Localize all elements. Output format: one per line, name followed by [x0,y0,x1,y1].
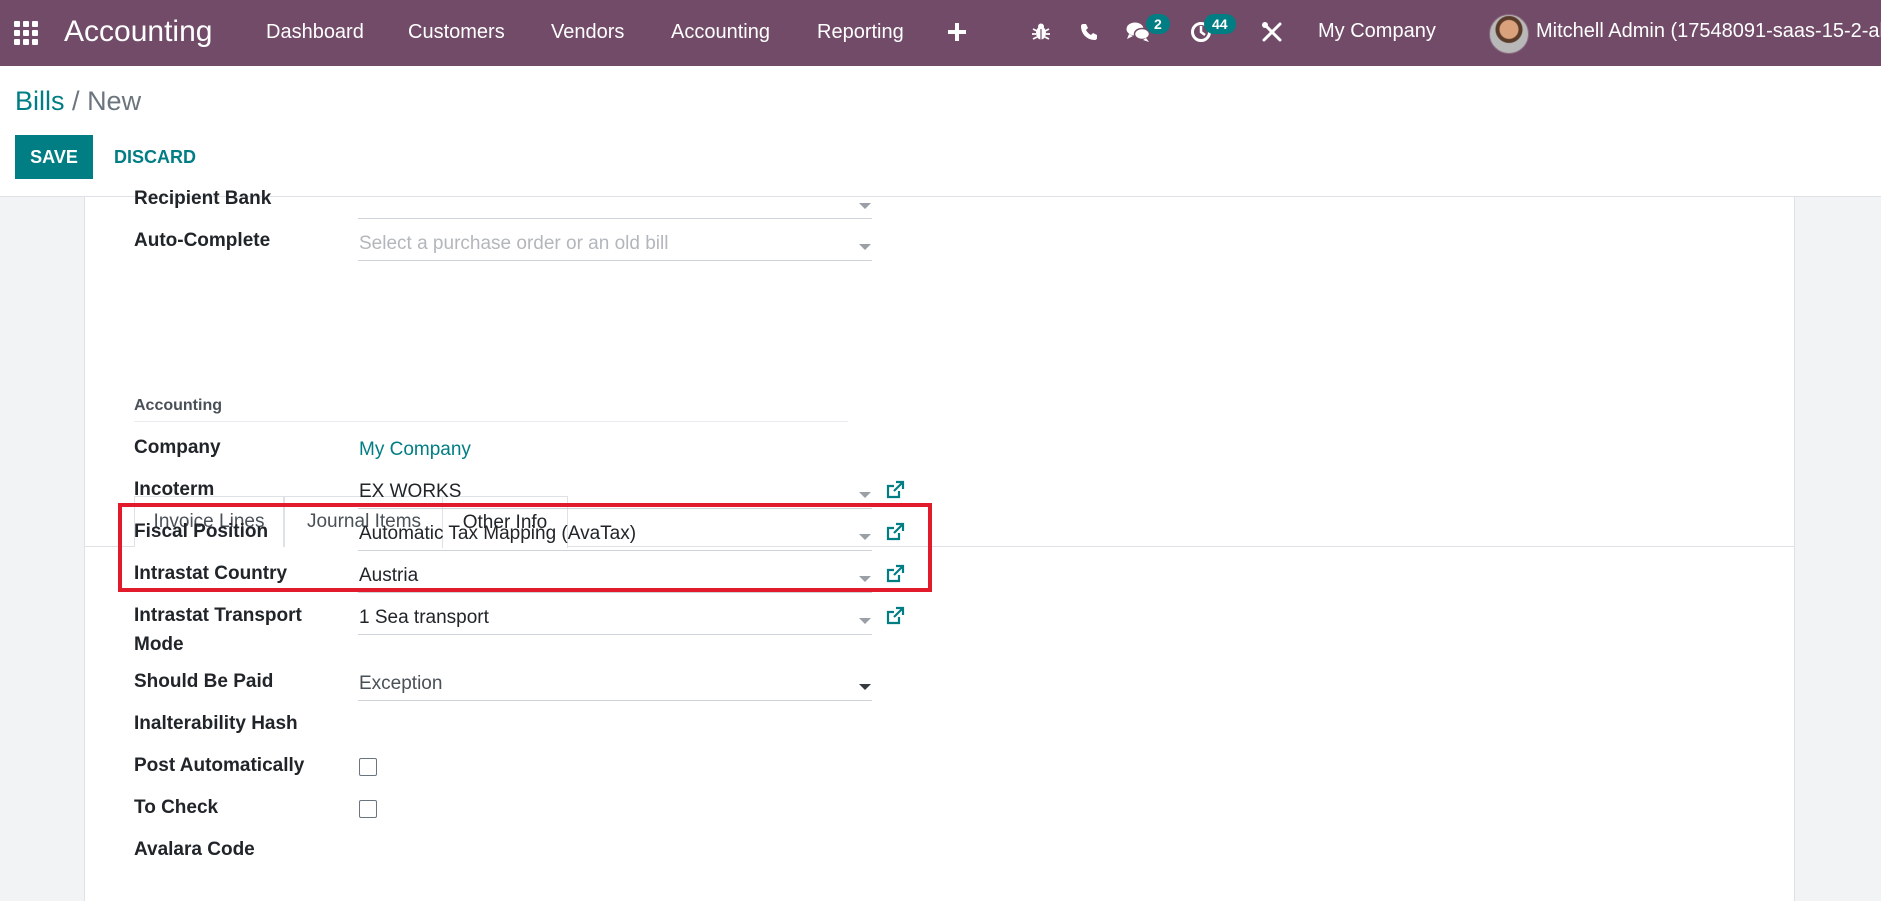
user-avatar[interactable] [1489,14,1529,54]
auto-complete-label: Auto-Complete [134,230,271,251]
intrastat-transport-mode-dropdown-icon[interactable] [859,618,871,624]
intrastat-transport-mode-external-link-icon[interactable] [885,606,905,626]
to-check-checkbox[interactable] [359,800,377,818]
company-label: Company [134,437,221,458]
app-menu-icon[interactable] [14,21,40,45]
top-navbar: Accounting Dashboard Customers Vendors A… [0,0,1881,66]
company-value[interactable]: My Company [359,438,471,462]
app-title[interactable]: Accounting [64,14,212,50]
inalterability-hash-label: Inalterability Hash [134,713,298,734]
group-separator [134,421,848,422]
incoterm-dropdown-icon[interactable] [859,492,871,498]
incoterm-input[interactable]: EX WORKS [359,480,461,504]
breadcrumb: Bills / New [15,84,141,118]
bug-icon[interactable] [1030,18,1052,46]
incoterm-external-link-icon[interactable] [885,480,905,500]
save-button[interactable]: SAVE [15,135,93,179]
avalara-code-label: Avalara Code [134,839,255,860]
should-be-paid-label: Should Be Paid [134,671,274,692]
intrastat-transport-mode-input[interactable]: 1 Sea transport [359,606,489,630]
should-be-paid-dropdown-icon[interactable] [859,684,871,690]
recipient-bank-field[interactable] [358,218,872,219]
breadcrumb-bills[interactable]: Bills [15,86,65,116]
menu-vendors[interactable]: Vendors [551,20,624,44]
breadcrumb-separator: / [72,86,80,116]
should-be-paid-underline [358,700,872,701]
messages-badge: 2 [1146,14,1170,34]
company-switcher[interactable]: My Company [1318,20,1436,43]
incoterm-label: Incoterm [134,479,215,500]
discard-button[interactable]: DISCARD [104,135,206,179]
activities-badge: 44 [1204,14,1236,34]
intrastat-country-underline [358,592,872,593]
tools-icon[interactable] [1260,18,1284,46]
intrastat-transport-mode-label-line1: Intrastat Transport [134,605,302,626]
auto-complete-input[interactable]: Select a purchase order or an old bill [359,232,668,256]
menu-customers[interactable]: Customers [408,20,505,44]
recipient-bank-dropdown-icon[interactable] [859,203,871,209]
auto-complete-dropdown-icon[interactable] [859,244,871,250]
accounting-group-title: Accounting [134,397,222,414]
menu-reporting[interactable]: Reporting [817,20,904,44]
post-automatically-label: Post Automatically [134,755,305,776]
control-panel: Bills / New SAVE DISCARD [0,66,1881,197]
highlight-box [118,503,932,592]
breadcrumb-current: New [87,86,142,116]
intrastat-transport-mode-label-line2: Mode [134,634,184,655]
post-automatically-checkbox[interactable] [359,758,377,776]
should-be-paid-select[interactable]: Exception [359,672,442,696]
menu-dashboard[interactable]: Dashboard [266,20,364,44]
menu-accounting[interactable]: Accounting [671,20,770,44]
plus-icon[interactable] [946,18,968,46]
to-check-label: To Check [134,797,219,818]
phone-icon[interactable] [1078,18,1100,46]
auto-complete-underline [358,260,872,261]
user-menu[interactable]: Mitchell Admin (17548091-saas-15-2-all [1536,20,1881,43]
recipient-bank-label: Recipient Bank [134,188,272,209]
intrastat-transport-mode-underline [358,634,872,635]
